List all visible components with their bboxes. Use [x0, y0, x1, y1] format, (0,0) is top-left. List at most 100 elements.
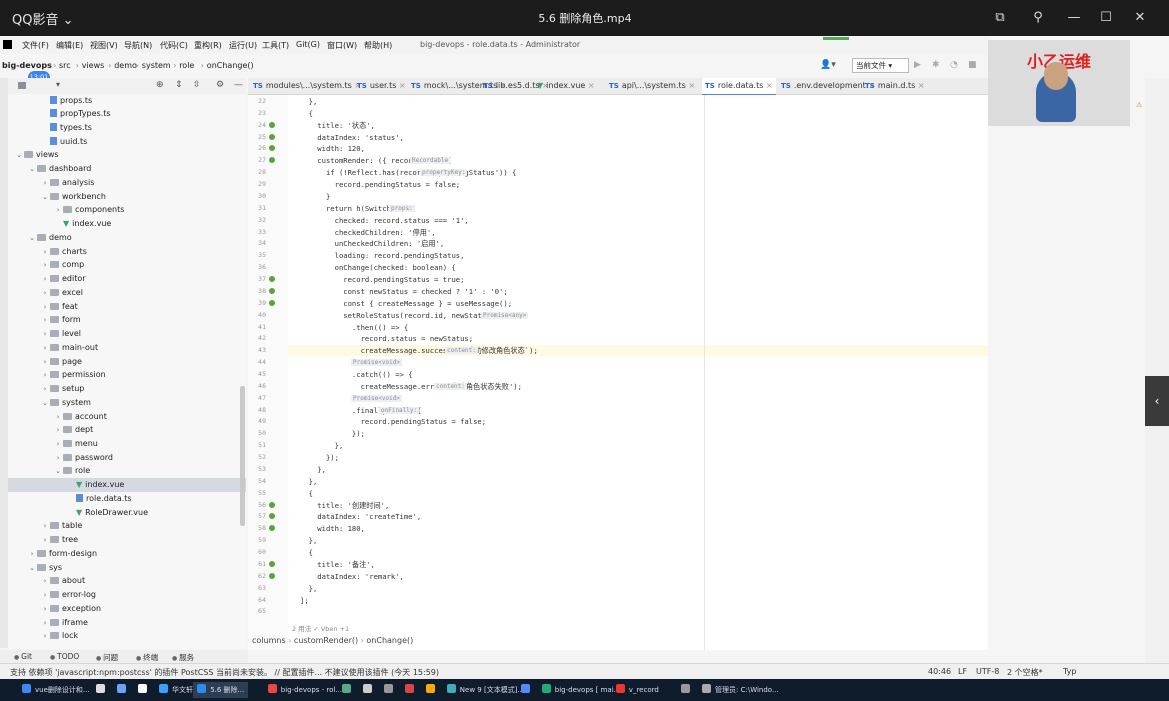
tree-item[interactable]: › password	[8, 451, 246, 465]
tree-item[interactable]: ⌄ system	[8, 396, 246, 410]
chevron-right-icon[interactable]: ›	[40, 273, 50, 287]
code-breadcrumb-item[interactable]: customRender()	[294, 636, 358, 645]
usage-hint[interactable]: 2 用法 ✓ Vben +1	[292, 623, 349, 633]
tab-role-data-ts[interactable]: TS role.data.ts ×	[702, 78, 776, 96]
project-icon[interactable]	[18, 82, 26, 89]
taskbar-item[interactable]	[134, 682, 155, 698]
chevron-down-icon[interactable]: ⌄	[40, 397, 50, 411]
tree-item[interactable]: ⌄ views	[8, 148, 246, 162]
taskbar-item[interactable]	[92, 682, 113, 698]
chevron-right-icon[interactable]: ›	[40, 589, 50, 603]
chevron-right-icon[interactable]: ›	[40, 287, 50, 301]
tree-item[interactable]: › account	[8, 410, 246, 424]
tree-item[interactable]: › error-log	[8, 588, 246, 602]
taskbar-item[interactable]: big-devops - rol...	[264, 682, 346, 698]
taskbar-item[interactable]	[338, 682, 359, 698]
tree-item[interactable]: › iframe	[8, 616, 246, 630]
chevron-down-icon[interactable]: ⌄	[53, 465, 63, 479]
gutter-marker-icon[interactable]	[269, 572, 275, 579]
close-icon[interactable]: ×	[396, 81, 406, 90]
taskbar-item[interactable]	[113, 682, 134, 698]
tab-main-d-ts[interactable]: TS main.d.ts ×	[862, 78, 928, 94]
chevron-right-icon[interactable]: ›	[40, 246, 50, 260]
breadcrumb-item[interactable]: onChange()	[207, 61, 254, 70]
tree-item[interactable]: › dept	[8, 423, 246, 437]
tree-item[interactable]: › comp	[8, 258, 246, 272]
tree-item[interactable]: role.data.ts	[8, 492, 246, 506]
tree-item[interactable]: › tree	[8, 533, 246, 547]
taskbar-item[interactable]: 5.6 删除...	[193, 682, 249, 698]
chevron-left-icon[interactable]: ‹	[1145, 376, 1169, 426]
tree-item[interactable]: propTypes.ts	[8, 107, 246, 121]
tree-item[interactable]: › level	[8, 327, 246, 341]
run-config-select[interactable]: 当前文件 ▾	[852, 58, 909, 73]
tree-item[interactable]: › editor	[8, 272, 246, 286]
tree-item[interactable]: › table	[8, 519, 246, 533]
chevron-down-icon[interactable]: ⌄	[14, 149, 24, 163]
player-logo[interactable]: QQ影音 ⌄	[12, 9, 74, 28]
gutter-marker-icon[interactable]	[269, 287, 275, 294]
tree-scrollbar[interactable]	[240, 386, 245, 526]
tree-item[interactable]: › feat	[8, 300, 246, 314]
tab-user-ts[interactable]: TS user.ts ×	[354, 78, 409, 94]
chevron-right-icon[interactable]: ›	[40, 575, 50, 589]
tool-tab-1[interactable]: ● TODO	[50, 652, 79, 661]
gutter-marker-icon[interactable]	[269, 525, 275, 532]
code-breadcrumb-item[interactable]: columns	[252, 636, 286, 645]
collapse-all-icon[interactable]: ⇳	[193, 80, 201, 90]
chevron-down-icon[interactable]: ⌄	[27, 562, 37, 576]
chevron-right-icon[interactable]: ›	[53, 438, 63, 452]
tree-item[interactable]: › permission	[8, 368, 246, 382]
tree-item[interactable]: ⌄ dashboard	[8, 162, 246, 176]
tool-tab-0[interactable]: ● Git	[14, 652, 32, 661]
tree-item[interactable]: › form-design	[8, 547, 246, 561]
tree-item[interactable]: › form	[8, 313, 246, 327]
tree-item[interactable]: › lock	[8, 629, 246, 643]
chevron-right-icon[interactable]: ›	[40, 356, 50, 370]
pin-icon[interactable]: ⚲	[1026, 6, 1050, 30]
menu-item[interactable]: 帮助(H)	[364, 40, 392, 51]
chevron-right-icon[interactable]: ›	[53, 411, 63, 425]
minimize-icon[interactable]: —	[1062, 6, 1086, 30]
tree-item[interactable]: › page	[8, 355, 246, 369]
menu-item[interactable]: 工具(T)	[262, 40, 289, 51]
chevron-right-icon[interactable]: ›	[40, 177, 50, 191]
debug-icon[interactable]: ✱	[932, 60, 940, 70]
chevron-right-icon[interactable]: ›	[40, 383, 50, 397]
close-icon[interactable]: ×	[585, 81, 595, 90]
chevron-down-icon[interactable]: ⌄	[27, 163, 37, 177]
chevron-right-icon[interactable]: ›	[40, 301, 50, 315]
taskbar-item[interactable]	[359, 682, 380, 698]
language-setting[interactable]: Typ	[1063, 667, 1076, 676]
menu-item[interactable]: 重构(R)	[194, 40, 222, 51]
menu-item[interactable]: 代码(C)	[160, 40, 188, 51]
tree-item[interactable]: ⌄ workbench	[8, 190, 246, 204]
code-breadcrumb-item[interactable]: onChange()	[366, 636, 413, 645]
tree-item[interactable]: ⌄ sys	[8, 561, 246, 575]
taskbar-item[interactable]: New 9 [文本模式]...	[443, 682, 528, 698]
chevron-right-icon[interactable]: ›	[40, 617, 50, 631]
taskbar-item[interactable]: v_record	[612, 682, 663, 698]
taskbar-item[interactable]: 华文轩	[155, 682, 197, 698]
tool-tab-2[interactable]: ● 问题	[96, 652, 118, 663]
tree-item[interactable]: ▼ index.vue	[8, 478, 246, 492]
tree-item[interactable]: › about	[8, 574, 246, 588]
taskbar-item[interactable]: vue删除设计和...	[18, 682, 94, 698]
taskbar-item[interactable]	[517, 682, 538, 698]
menu-item[interactable]: 导航(N)	[124, 40, 152, 51]
expand-all-icon[interactable]: ⇕	[175, 80, 183, 90]
chevron-right-icon[interactable]: ›	[27, 548, 37, 562]
tab-index-vue[interactable]: ▼ index.vue ×	[534, 78, 598, 94]
taskbar-item[interactable]	[677, 682, 698, 698]
gutter-marker-icon[interactable]	[269, 157, 275, 164]
close-icon[interactable]: ✕	[1128, 6, 1152, 30]
tree-item[interactable]: ▼ index.vue	[8, 217, 246, 231]
tree-item[interactable]: ⌄ demo	[8, 231, 246, 245]
chevron-right-icon[interactable]: ›	[53, 204, 63, 218]
close-icon[interactable]: ×	[763, 81, 773, 90]
tab-modules-system-ts[interactable]: TS modules\...\system.ts ×	[250, 78, 364, 94]
tree-item[interactable]: › exception	[8, 602, 246, 616]
caret-position[interactable]: 40:46	[928, 667, 951, 676]
target-icon[interactable]: ⊕	[156, 80, 164, 90]
gutter-marker-icon[interactable]	[269, 560, 275, 567]
